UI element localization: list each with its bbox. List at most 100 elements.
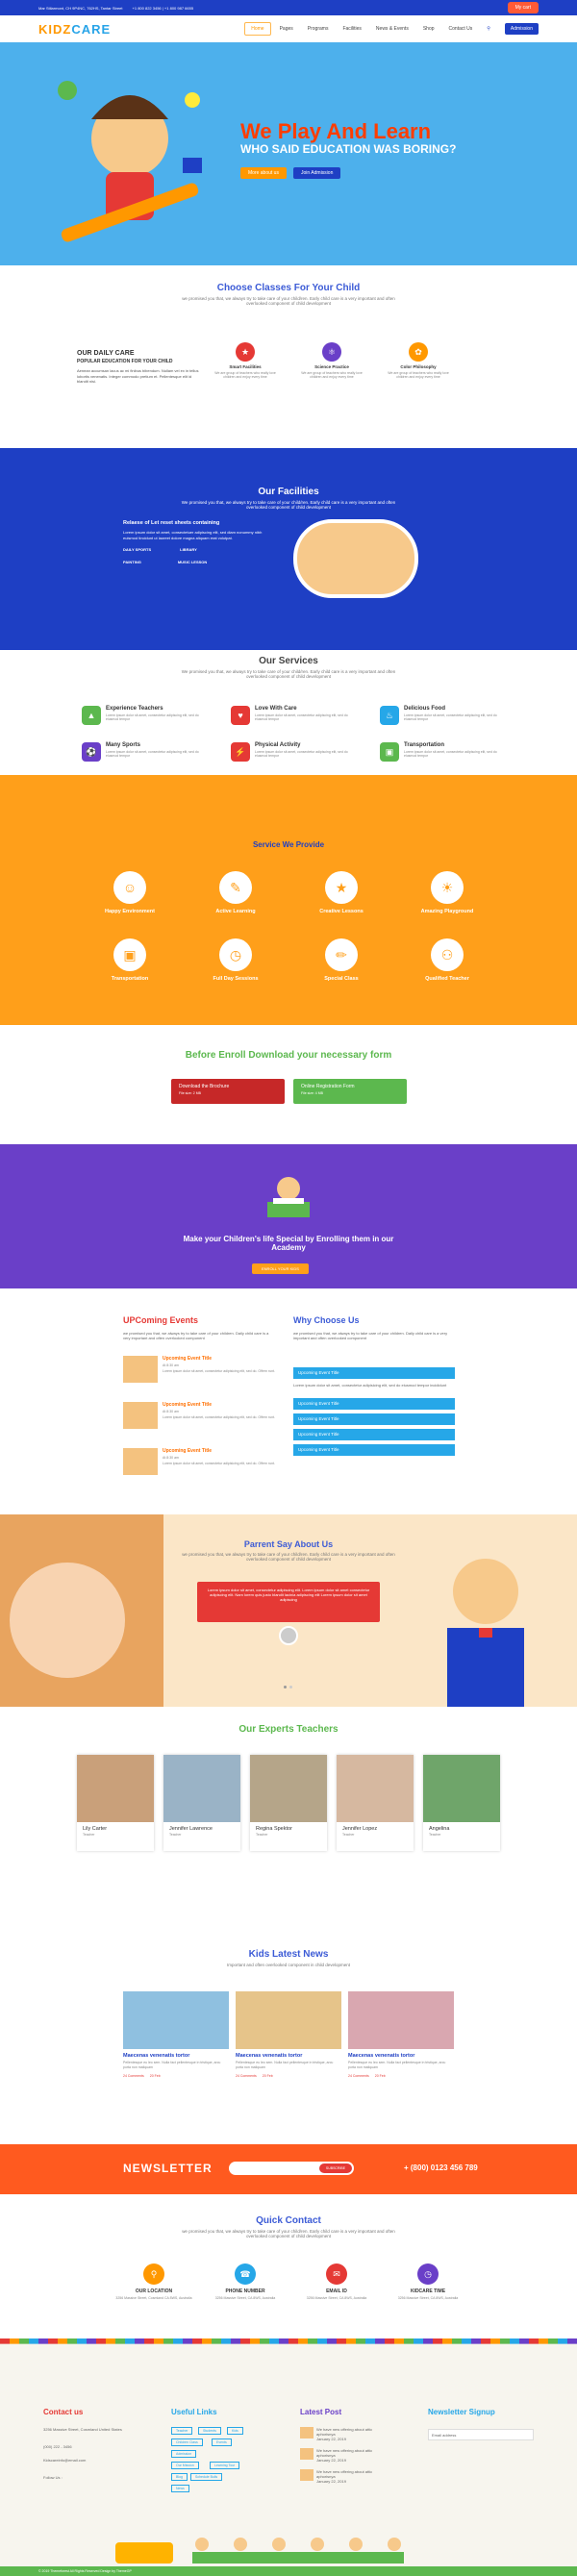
teacher-card[interactable]: Angelina Teacher: [423, 1755, 500, 1851]
services-subtitle: We promised you that, we always try to t…: [181, 669, 396, 679]
service-item[interactable]: ♨ Delicious Food Lorem ipsum dolor sit ame…: [380, 706, 505, 735]
news-photo: [123, 1991, 229, 2049]
event-thumbnail: [123, 1448, 158, 1475]
provide-item[interactable]: ✏ Special Class: [298, 938, 385, 982]
classes-section: Choose Classes For Your Child we promise…: [0, 265, 577, 448]
events-subtitle: we promised you that, we always try to t…: [123, 1331, 269, 1340]
session-icon: ◷: [219, 938, 252, 971]
nav-shop[interactable]: Shop: [417, 23, 440, 35]
contact-item: ☎ PHONE NUMBER 3256 Massive Street, CA 8WS…: [202, 2263, 288, 2301]
service-item[interactable]: ▲ Experience Teachers Lorem ipsum dolor si…: [82, 706, 207, 735]
address-text: Mar Stilarmont, CH 9P4NC, 762HS, Tantar …: [38, 5, 123, 11]
cart-button[interactable]: My cart: [507, 2, 539, 13]
footer-link[interactable]: News: [171, 2485, 189, 2492]
enroll-kids-button[interactable]: ENROLL YOUR KIDS: [252, 1263, 309, 1274]
footer-post[interactable]: We have new offering about attic aphoris…: [300, 2427, 377, 2441]
footer-link[interactable]: Children Class: [171, 2438, 203, 2446]
join-admission-button[interactable]: Join Admission: [293, 167, 341, 179]
footer-follow: Follow Us :: [43, 2475, 63, 2480]
footer-email-input[interactable]: Email address: [428, 2429, 534, 2440]
download-brochure-button[interactable]: Download the Brochure File size: 2 MB: [171, 1079, 285, 1104]
color-palette-icon: ✿: [409, 342, 428, 362]
event-item[interactable]: Upcoming Event Title At 8:30 am Lorem ipsu…: [123, 1448, 277, 1479]
facilities-icon: ★: [236, 342, 255, 362]
daily-care-block: OUR DAILY CARE POPULAR EDUCATION FOR YOU…: [77, 350, 202, 385]
top-bar: Mar Stilarmont, CH 9P4NC, 762HS, Tantar …: [0, 0, 577, 15]
science-icon: ⚛: [322, 342, 341, 362]
event-item[interactable]: Upcoming Event Title At 8:30 am Lorem ipsu…: [123, 1402, 277, 1433]
event-item[interactable]: Upcoming Event Title At 8:30 am Lorem ipsu…: [123, 1356, 277, 1387]
footer-link[interactable]: Learning Tour: [210, 2462, 240, 2469]
footer-link[interactable]: Teacher: [171, 2427, 193, 2435]
provide-item[interactable]: ☀ Amazing Playground: [404, 871, 490, 914]
nav-programs[interactable]: Programs: [302, 23, 335, 35]
provide-item[interactable]: ★ Creative Lessons: [298, 871, 385, 914]
footer-post[interactable]: We have new offering about attic aphoris…: [300, 2448, 377, 2463]
admission-button[interactable]: Admission: [504, 23, 539, 35]
registration-form-button[interactable]: Online Registration Form File size: 4 MB: [293, 1079, 407, 1104]
provide-item[interactable]: ▣ Transportation: [87, 938, 173, 982]
bunting-flags: [0, 2338, 577, 2344]
service-item[interactable]: ▣ Transportation Lorem ipsum dolor sit ame…: [380, 742, 505, 771]
news-card[interactable]: Maecenas venenatis tortor Pellentesque eu…: [123, 1991, 229, 2107]
teacher-card[interactable]: Regina Spektor Teacher: [250, 1755, 327, 1851]
provide-item[interactable]: ⚇ Qualified Teacher: [404, 938, 490, 982]
events-title: UPComing Events: [123, 1315, 199, 1325]
search-icon[interactable]: ⚲: [481, 23, 496, 35]
contact-item: ⚲ OUR LOCATION 3256 Massive Street, Cosmla…: [111, 2263, 197, 2301]
nav-news[interactable]: News & Events: [370, 23, 414, 35]
footer-link[interactable]: Students: [198, 2427, 221, 2435]
nav-home[interactable]: Home: [244, 22, 271, 36]
footer-post[interactable]: We have new offering about attic aphoris…: [300, 2469, 377, 2484]
teacher-card[interactable]: Jennifer Lawrence Teacher: [163, 1755, 240, 1851]
footer-link[interactable]: Blog: [171, 2473, 188, 2481]
news-photo: [348, 1991, 454, 2049]
nav-pages[interactable]: Pages: [274, 23, 299, 35]
teachers-section: Our Experts Teachers Lily Carter Teacher …: [0, 1707, 577, 1938]
provide-title: Service We Provide: [252, 840, 325, 849]
accordion-text: Lorem ipsum dolor sit amet, consectetur …: [293, 1383, 447, 1388]
subscribe-button[interactable]: SUBSCRIBE: [319, 2163, 352, 2173]
teacher-card[interactable]: Jennifer Lopez Teacher: [337, 1755, 414, 1851]
provide-item[interactable]: ◷ Full Day Sessions: [192, 938, 279, 982]
class-item[interactable]: ⚛ Science Practice We are group of teacher…: [298, 342, 365, 379]
footer-link[interactable]: Schedule Bulls: [190, 2473, 223, 2481]
kids-on-bus-illustration: [115, 2538, 404, 2563]
class-item[interactable]: ★ Smart Facilities We are group of teacher…: [212, 342, 279, 379]
accordion-item[interactable]: Upcoming Event Title: [293, 1413, 455, 1425]
special-class-icon: ✏: [325, 938, 358, 971]
footer-link[interactable]: Admission: [171, 2450, 197, 2458]
daily-care-subtitle: POPULAR EDUCATION FOR YOUR CHILD: [77, 359, 173, 364]
more-about-button[interactable]: More about us: [240, 167, 287, 179]
accordion-item[interactable]: Upcoming Event Title: [293, 1367, 455, 1379]
teacher-photo: [250, 1755, 327, 1822]
event-thumbnail: [123, 1402, 158, 1429]
enroll-title: Before Enroll Download your necessary fo…: [185, 1050, 392, 1061]
class-item[interactable]: ✿ Color Philosophy We are group of teacher…: [385, 342, 452, 379]
accordion-item[interactable]: Upcoming Event Title: [293, 1444, 455, 1456]
teacher-photo: [77, 1755, 154, 1822]
learning-icon: ✎: [219, 871, 252, 904]
teacher-card[interactable]: Lily Carter Teacher: [77, 1755, 154, 1851]
service-item[interactable]: ⚡ Physical Activity Lorem ipsum dolor sit …: [231, 742, 356, 771]
accordion-item[interactable]: Upcoming Event Title: [293, 1429, 455, 1440]
provide-item[interactable]: ✎ Active Learning: [192, 871, 279, 914]
footer-link[interactable]: Our Mission: [171, 2462, 199, 2469]
nav-contact[interactable]: Contact Us: [443, 23, 479, 35]
transport-icon: ▣: [113, 938, 146, 971]
location-icon: ⚲: [143, 2263, 164, 2285]
nav-facilities[interactable]: Facilities: [337, 23, 366, 35]
news-card[interactable]: Maecenas venenatis tortor Pellentesque eu…: [348, 1991, 454, 2107]
service-item[interactable]: ♥ Love With Care Lorem ipsum dolor sit ame…: [231, 706, 356, 735]
provide-item[interactable]: ☺ Happy Environment: [87, 871, 173, 914]
news-card[interactable]: Maecenas venenatis tortor Pellentesque eu…: [236, 1991, 341, 2107]
accordion-item[interactable]: Upcoming Event Title: [293, 1398, 455, 1410]
daily-care-text: Aenean accumsan lacus ac mi finibus bibe…: [77, 368, 199, 385]
service-item[interactable]: ⚽ Many Sports Lorem ipsum dolor sit amet, …: [82, 742, 207, 771]
slider-dots[interactable]: [284, 1686, 292, 1688]
footer-link[interactable]: Events: [212, 2438, 232, 2446]
footer-link[interactable]: Kids: [227, 2427, 243, 2435]
logo[interactable]: KIDZCARE: [38, 22, 111, 37]
baby-photo: [0, 1514, 163, 1707]
footer-email[interactable]: Kidscareinfo@email.com: [43, 2458, 86, 2463]
